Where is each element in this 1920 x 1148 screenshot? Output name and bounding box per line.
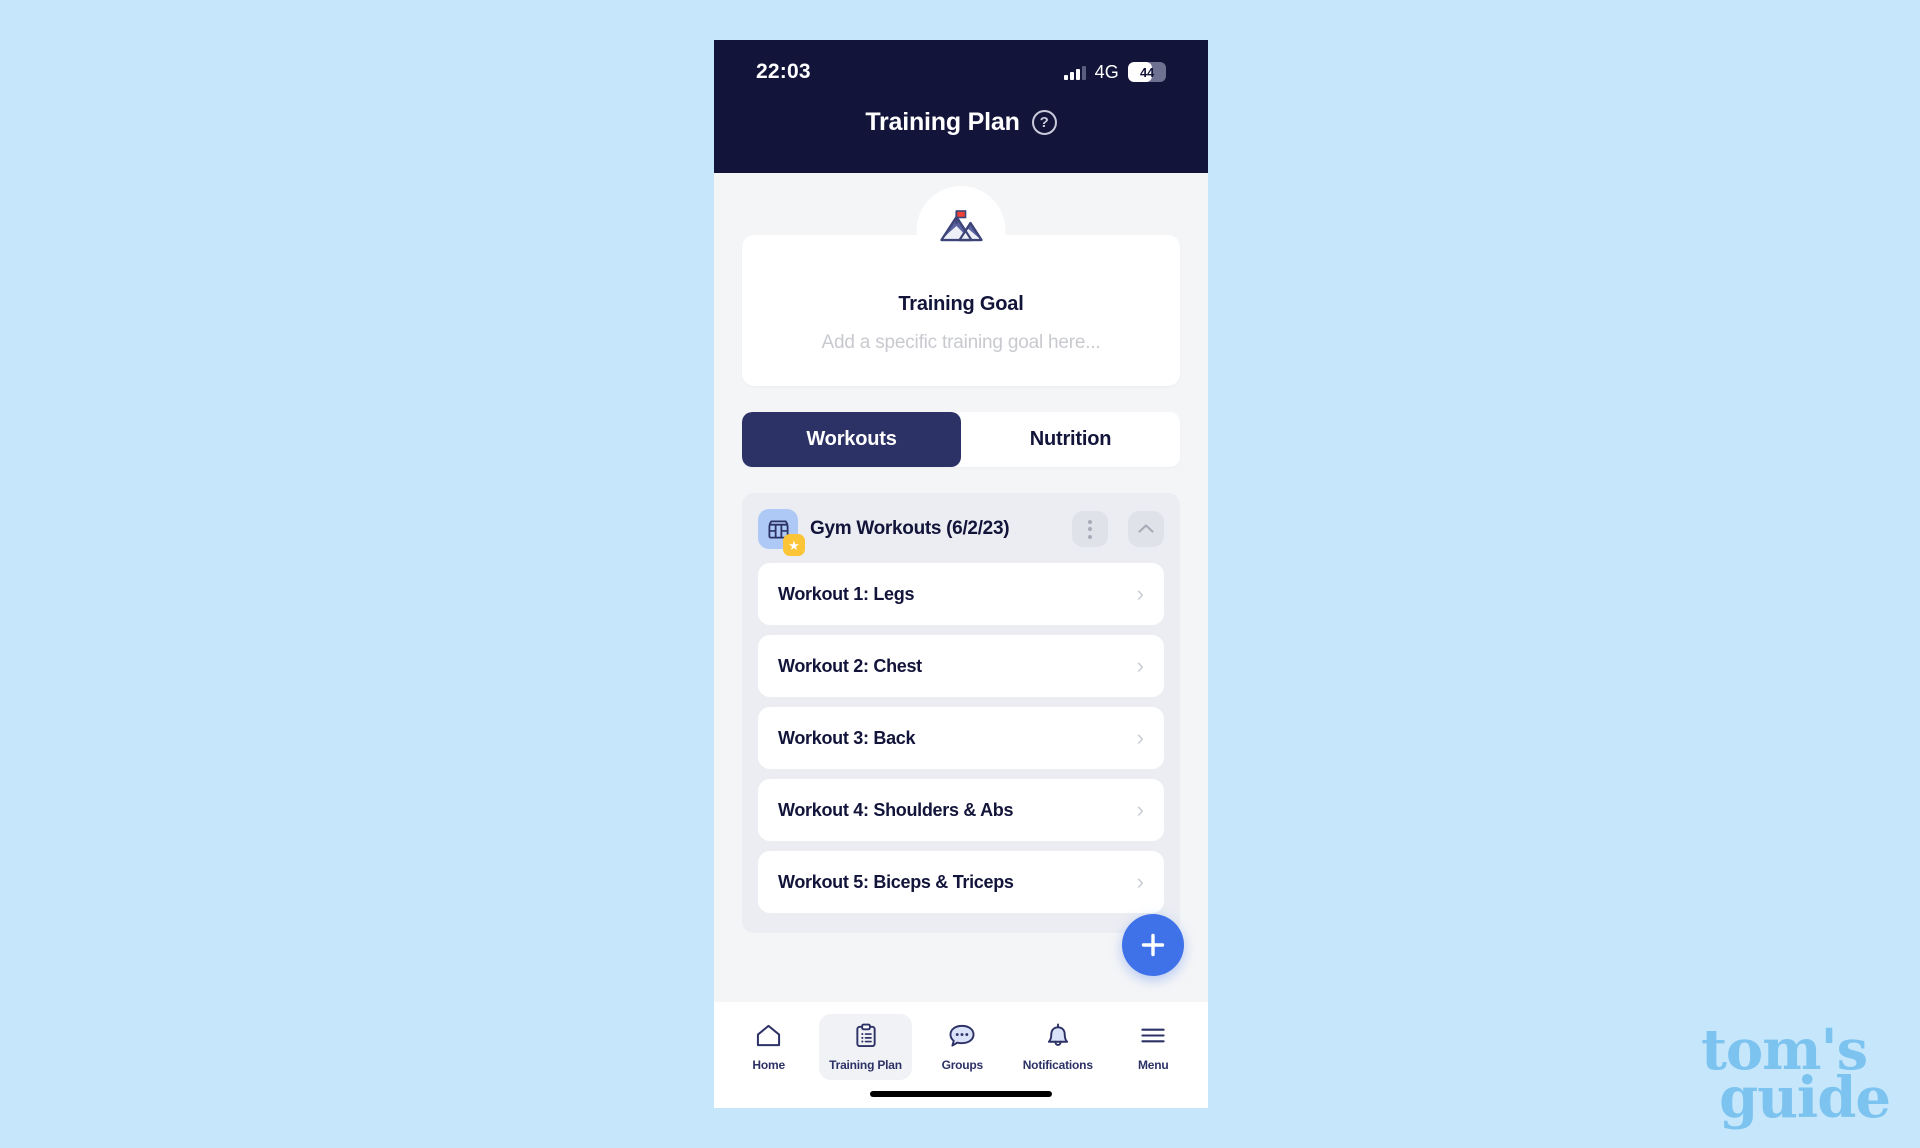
nav-item-groups[interactable]: Groups — [931, 1014, 993, 1080]
workout-group-card: ★ Gym Workouts (6/2/23) Workout 1: Legs … — [742, 493, 1180, 933]
workout-row[interactable]: Workout 3: Back › — [758, 707, 1164, 769]
workout-group-title: Gym Workouts (6/2/23) — [810, 518, 1010, 539]
bell-icon — [1046, 1023, 1070, 1053]
workout-label: Workout 5: Biceps & Triceps — [778, 871, 1014, 892]
gym-rack-icon: ★ — [758, 509, 805, 556]
nav-label: Groups — [941, 1058, 984, 1072]
workout-list: Workout 1: Legs › Workout 2: Chest › Wor… — [758, 563, 1164, 913]
workout-group-header: ★ Gym Workouts (6/2/23) — [758, 507, 1164, 563]
workout-label: Workout 4: Shoulders & Abs — [778, 799, 1014, 820]
tab-nutrition[interactable]: Nutrition — [961, 412, 1180, 467]
add-workout-button[interactable] — [1122, 914, 1184, 976]
training-goal-input[interactable]: Add a specific training goal here... — [766, 332, 1156, 354]
home-indicator[interactable] — [870, 1091, 1052, 1097]
status-bar-time: 22:03 — [756, 60, 811, 83]
page-title: Training Plan — [865, 108, 1020, 136]
app-header: 22:03 4G 44 Training Plan ? — [714, 40, 1208, 173]
workout-row[interactable]: Workout 2: Chest › — [758, 635, 1164, 697]
training-goal-section: Training Goal Add a specific training go… — [742, 186, 1180, 386]
workout-label: Workout 3: Back — [778, 727, 916, 748]
plus-icon — [1141, 933, 1165, 957]
chevron-right-icon: › — [1136, 725, 1144, 750]
hamburger-menu-icon — [1139, 1023, 1167, 1053]
header-title-row: Training Plan ? — [714, 108, 1208, 137]
workout-row[interactable]: Workout 5: Biceps & Triceps › — [758, 851, 1164, 913]
nav-item-training-plan[interactable]: Training Plan — [819, 1014, 912, 1080]
question-mark-circle-icon[interactable]: ? — [1031, 110, 1057, 135]
nav-label: Training Plan — [829, 1058, 902, 1072]
battery-percent-label: 44 — [1139, 64, 1155, 80]
nav-item-menu[interactable]: Menu — [1122, 1014, 1184, 1080]
workout-row[interactable]: Workout 4: Shoulders & Abs › — [758, 779, 1164, 841]
more-vertical-icon[interactable] — [1072, 511, 1108, 547]
tab-workouts[interactable]: Workouts — [742, 412, 961, 467]
mountain-flag-icon — [916, 186, 1006, 275]
home-icon — [755, 1023, 782, 1053]
chevron-right-icon: › — [1136, 869, 1144, 894]
workout-label: Workout 2: Chest — [778, 655, 922, 676]
battery-icon: 44 — [1128, 62, 1166, 82]
signal-bars-icon — [1064, 65, 1086, 80]
bottom-navigation: Home Training Plan Groups Notifications … — [714, 1002, 1208, 1108]
chevron-right-icon: › — [1136, 581, 1144, 606]
nav-item-notifications[interactable]: Notifications — [1013, 1014, 1103, 1080]
nav-label: Notifications — [1022, 1058, 1093, 1072]
scroll-content: Training Goal Add a specific training go… — [714, 173, 1208, 1002]
chevron-right-icon: › — [1136, 797, 1144, 822]
nav-label: Menu — [1137, 1058, 1169, 1072]
status-bar: 22:03 4G 44 — [714, 40, 1208, 88]
star-icon: ★ — [783, 534, 805, 556]
chevron-up-icon[interactable] — [1128, 511, 1164, 547]
network-type-label: 4G — [1094, 61, 1119, 82]
watermark: tom's guide — [1701, 1022, 1891, 1131]
segmented-tabs: Workouts Nutrition — [742, 412, 1180, 467]
training-goal-title: Training Goal — [898, 293, 1024, 315]
phone-screen: 22:03 4G 44 Training Plan ? Training Goa… — [714, 40, 1208, 1108]
nav-item-home[interactable]: Home — [738, 1014, 800, 1080]
nav-label: Home — [752, 1058, 785, 1072]
workout-label: Workout 1: Legs — [778, 583, 915, 604]
status-bar-indicators: 4G 44 — [1064, 62, 1166, 83]
chat-bubble-icon — [948, 1023, 976, 1053]
watermark-line-2: guide — [1719, 1064, 1891, 1131]
chevron-right-icon: › — [1136, 653, 1144, 678]
workout-row[interactable]: Workout 1: Legs › — [758, 563, 1164, 625]
clipboard-icon — [854, 1023, 878, 1053]
